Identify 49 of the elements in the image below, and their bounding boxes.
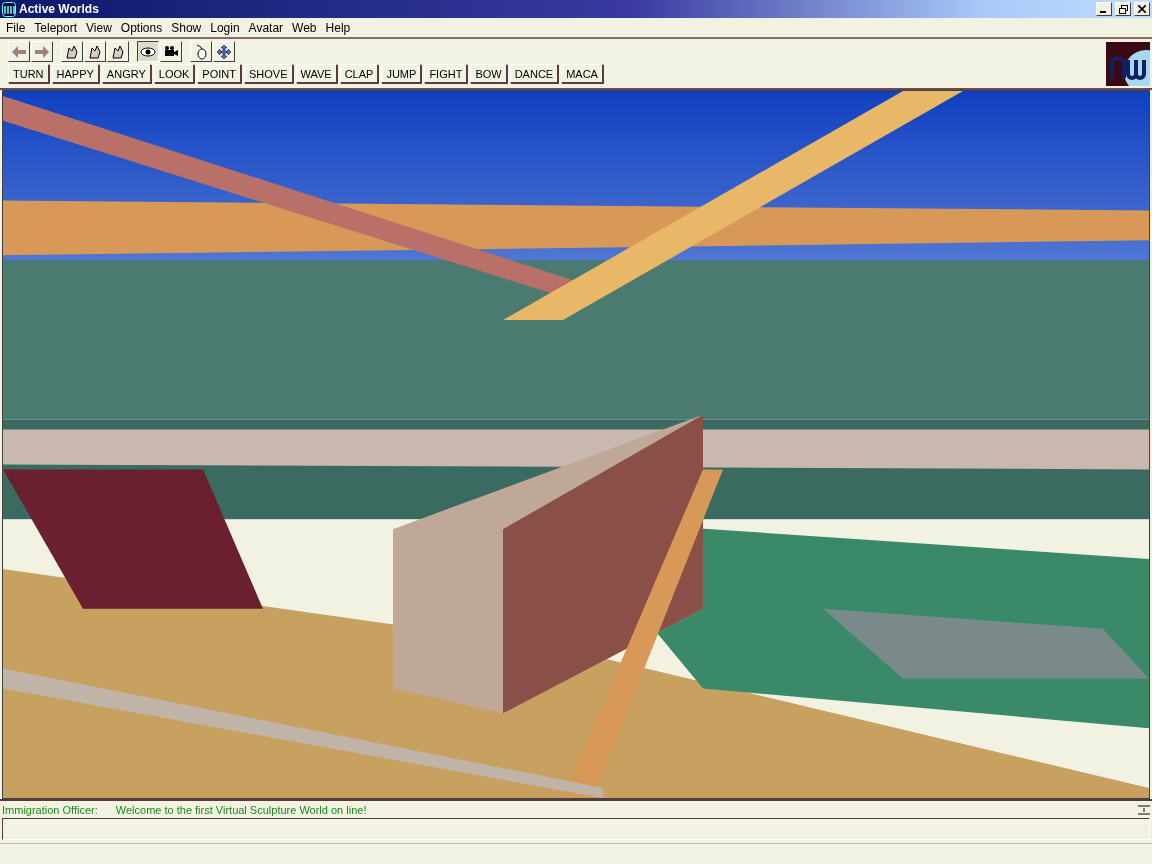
mouse-button[interactable] (190, 41, 212, 62)
menu-item[interactable]: Show (167, 20, 207, 35)
menu-item[interactable]: Teleport (30, 20, 83, 35)
gesture-button[interactable]: LOOK (153, 64, 195, 83)
tool-button[interactable] (107, 41, 129, 62)
menu-item[interactable]: Login (206, 20, 245, 35)
tool-button[interactable] (61, 41, 83, 62)
gesture-button[interactable]: TURN (8, 64, 49, 83)
split-handle-icon[interactable] (1138, 803, 1150, 816)
app-logo-icon (2, 1, 16, 17)
menu-item[interactable]: File (2, 20, 31, 35)
right-arrow-icon (34, 43, 50, 60)
menu-item[interactable]: View (82, 20, 117, 35)
forward-button[interactable] (31, 41, 53, 62)
brand-logo (1106, 42, 1150, 86)
menu-item[interactable]: Web (288, 20, 322, 35)
camera-view-button[interactable] (160, 41, 182, 62)
gesture-button[interactable]: FIGHT (424, 64, 468, 83)
chat-input-field[interactable] (2, 818, 1150, 840)
gesture-button[interactable]: DANCE (509, 64, 559, 83)
four-way-arrow-icon (216, 43, 232, 60)
menu-item[interactable]: Avatar (244, 20, 289, 35)
minimize-button[interactable] (1096, 2, 1112, 16)
3d-scene-drawing[interactable] (2, 90, 1150, 799)
menu-item[interactable]: Help (321, 20, 356, 35)
gesture-button[interactable]: ANGRY (101, 64, 151, 83)
restore-icon (1118, 4, 1128, 14)
gesture-button[interactable]: HAPPY (51, 64, 99, 83)
back-button[interactable] (8, 41, 30, 62)
chat-speaker: Immigration Officer: (2, 803, 98, 816)
window-title: Active Worlds (19, 2, 100, 16)
gesture-button[interactable]: CLAP (339, 64, 379, 83)
hand-icon (87, 43, 103, 60)
gesture-button[interactable]: MACA (561, 64, 603, 83)
move-button[interactable] (213, 41, 235, 62)
menu-item[interactable]: Options (116, 20, 168, 35)
hand-icon (64, 43, 80, 60)
chat-message: Welcome to the first Virtual Sculpture World on line! (115, 803, 368, 816)
gesture-button[interactable]: SHOVE (244, 64, 293, 83)
restore-button[interactable] (1115, 2, 1131, 16)
gesture-button[interactable]: WAVE (295, 64, 337, 83)
close-icon (1138, 5, 1146, 13)
hand-icon (110, 43, 126, 60)
tool-button[interactable] (84, 41, 106, 62)
gesture-button[interactable]: BOW (470, 64, 507, 83)
gesture-button[interactable]: POINT (197, 64, 241, 83)
gesture-button[interactable]: JUMP (381, 64, 422, 83)
first-person-view-button[interactable] (137, 41, 159, 62)
close-button[interactable] (1134, 2, 1150, 16)
